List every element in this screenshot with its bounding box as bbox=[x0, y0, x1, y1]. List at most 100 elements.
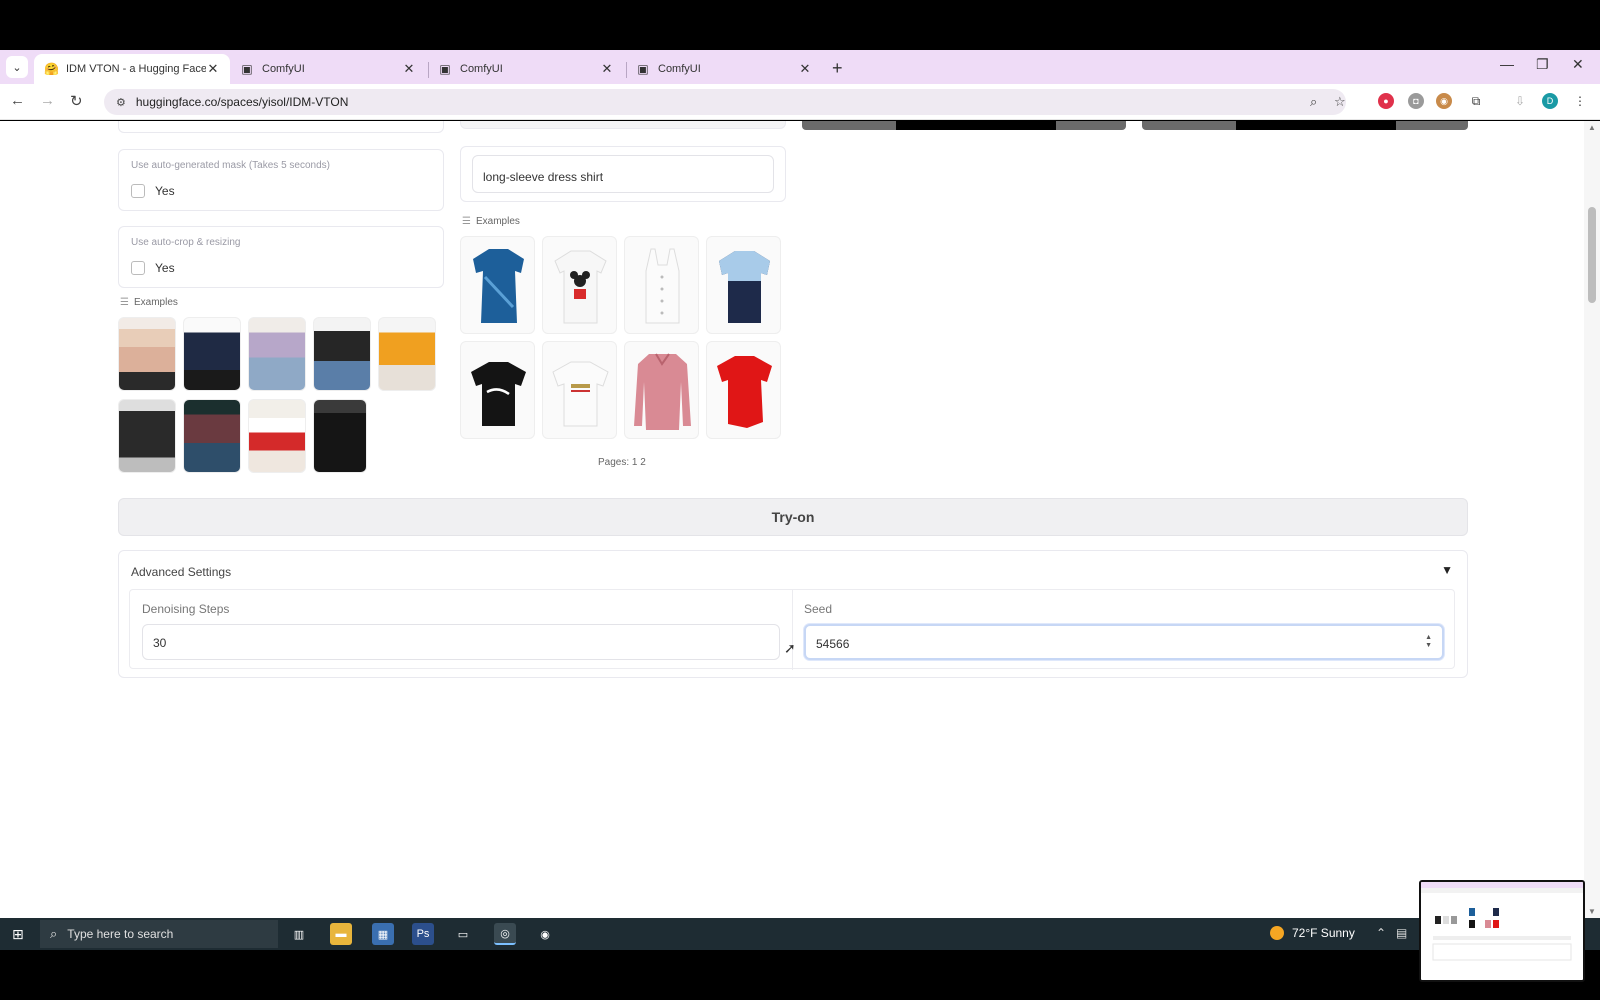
auto-crop-block: Use auto-crop & resizing Yes bbox=[118, 226, 444, 288]
advanced-settings-panel: Advanced Settings ▼ Denoising Steps 30 S… bbox=[118, 550, 1468, 678]
person-example-4[interactable] bbox=[313, 317, 371, 391]
garment-example-6[interactable] bbox=[542, 341, 617, 439]
scrollbar-thumb[interactable] bbox=[1588, 207, 1596, 303]
camera-app-icon[interactable]: ▭ bbox=[452, 923, 474, 945]
file-explorer-icon[interactable]: ▬ bbox=[330, 923, 352, 945]
calculator-icon[interactable]: ▦ bbox=[372, 923, 394, 945]
auto-mask-label: Use auto-generated mask (Takes 5 seconds… bbox=[131, 160, 330, 171]
restore-icon[interactable]: ❐ bbox=[1536, 56, 1549, 73]
photoshop-icon[interactable]: Ps bbox=[412, 923, 434, 945]
menu-icon[interactable]: ⋮ bbox=[1572, 93, 1588, 109]
try-on-button[interactable]: Try-on bbox=[118, 498, 1468, 536]
camera-extension-icon[interactable]: ◘ bbox=[1408, 93, 1424, 109]
tab-title: ComfyUI bbox=[262, 63, 305, 75]
person-example-7[interactable] bbox=[183, 399, 241, 473]
search-icon: ⌕ bbox=[50, 926, 58, 941]
sun-icon bbox=[1270, 926, 1284, 940]
task-view-icon[interactable]: ▥ bbox=[288, 923, 310, 945]
caret-down-icon[interactable]: ▼ bbox=[1441, 563, 1453, 577]
seed-input[interactable]: 54566 ▲ ▼ bbox=[804, 624, 1444, 660]
field-divider bbox=[792, 590, 793, 670]
denoising-steps-label: Denoising Steps bbox=[142, 602, 230, 616]
close-window-icon[interactable]: ✕ bbox=[1572, 56, 1584, 73]
auto-mask-checkbox[interactable] bbox=[131, 184, 145, 198]
download-icon[interactable]: ⇩ bbox=[1512, 93, 1528, 109]
close-icon[interactable]: ✕ bbox=[206, 61, 220, 77]
tab-search-button[interactable]: ⌄ bbox=[6, 56, 28, 78]
comfyui-icon: ▣ bbox=[241, 62, 253, 76]
page-content: Use auto-generated mask (Takes 5 seconds… bbox=[0, 121, 1584, 918]
person-example-5[interactable] bbox=[378, 317, 436, 391]
profile-avatar[interactable]: D bbox=[1542, 93, 1558, 109]
minnie-tee-image bbox=[554, 250, 607, 324]
adblock-extension-icon[interactable]: ● bbox=[1378, 93, 1394, 109]
tab-title: IDM VTON - a Hugging Face Sp bbox=[66, 63, 206, 75]
scroll-down-icon[interactable]: ▼ bbox=[1588, 907, 1596, 916]
person-example-8[interactable] bbox=[248, 399, 306, 473]
chevron-up-icon[interactable]: ⌃ bbox=[1376, 926, 1386, 940]
windows-start-icon[interactable]: ⊞ bbox=[12, 926, 24, 943]
new-tab-button[interactable]: + bbox=[832, 58, 843, 79]
zoom-icon[interactable]: ⌕ bbox=[1310, 94, 1317, 110]
advanced-settings-title[interactable]: Advanced Settings bbox=[131, 565, 231, 579]
extension-icon[interactable]: ◉ bbox=[1436, 93, 1452, 109]
url-text: huggingface.co/spaces/yisol/IDM-VTON bbox=[135, 95, 349, 109]
close-icon[interactable]: ✕ bbox=[402, 61, 416, 77]
list-icon: ☰ bbox=[120, 297, 129, 308]
garment-example-2[interactable] bbox=[542, 236, 617, 334]
taskbar-search[interactable]: ⌕ Type here to search bbox=[40, 920, 278, 948]
garment-description-block: long-sleeve dress shirt bbox=[460, 146, 786, 202]
puzzle-extensions-icon[interactable]: ⧉ bbox=[1468, 93, 1484, 109]
person-example-1[interactable] bbox=[118, 317, 176, 391]
close-icon[interactable]: ✕ bbox=[798, 61, 812, 77]
denoising-steps-input[interactable]: 30 bbox=[142, 624, 780, 660]
forward-icon[interactable]: → bbox=[40, 92, 55, 109]
reload-icon[interactable]: ↻ bbox=[70, 92, 83, 110]
page-scrollbar[interactable]: ▲ ▼ bbox=[1584, 121, 1600, 918]
windows-taskbar: ⊞ ⌕ Type here to search ▥ ▬ ▦ Ps ▭ ◎ ◉ 7… bbox=[0, 918, 1600, 950]
auto-crop-option-label: Yes bbox=[155, 261, 175, 275]
auto-crop-option[interactable]: Yes bbox=[131, 261, 175, 275]
back-icon[interactable]: ← bbox=[10, 92, 25, 109]
tab-comfyui-3[interactable]: ▣ ComfyUI ✕ bbox=[626, 54, 822, 84]
weather-widget[interactable]: 72°F Sunny bbox=[1270, 926, 1355, 940]
tab-strip: ⌄ 🤗 IDM VTON - a Hugging Face Sp ✕ ▣ Com… bbox=[0, 50, 1600, 84]
auto-mask-option-label: Yes bbox=[155, 184, 175, 198]
person-example-6[interactable] bbox=[118, 399, 176, 473]
tab-idm-vton[interactable]: 🤗 IDM VTON - a Hugging Face Sp ✕ bbox=[34, 54, 230, 84]
site-info-icon[interactable]: ⚙ bbox=[116, 96, 126, 109]
garment-description-input[interactable]: long-sleeve dress shirt bbox=[472, 155, 774, 193]
tab-comfyui-2[interactable]: ▣ ComfyUI ✕ bbox=[428, 54, 624, 84]
chevron-down-icon: ⌄ bbox=[12, 61, 22, 74]
auto-mask-option[interactable]: Yes bbox=[131, 184, 175, 198]
hugging-face-icon: 🤗 bbox=[44, 62, 59, 76]
auto-crop-checkbox[interactable] bbox=[131, 261, 145, 275]
close-icon[interactable]: ✕ bbox=[600, 61, 614, 77]
seed-label: Seed bbox=[804, 602, 833, 616]
tab-title: ComfyUI bbox=[460, 63, 503, 75]
garment-example-3[interactable] bbox=[624, 236, 699, 334]
number-spinner-icon[interactable]: ▲ ▼ bbox=[1425, 634, 1432, 650]
minimize-icon[interactable]: — bbox=[1500, 56, 1514, 72]
seed-value: 54566 bbox=[816, 637, 850, 651]
person-example-9[interactable] bbox=[313, 399, 367, 473]
white-gucci-tee-image bbox=[552, 361, 609, 427]
garment-example-7[interactable] bbox=[624, 341, 699, 439]
bottom-letterbox bbox=[0, 950, 1600, 1000]
person-example-3[interactable] bbox=[248, 317, 306, 391]
garment-example-1[interactable] bbox=[460, 236, 535, 334]
bookmark-star-icon[interactable]: ☆ bbox=[1334, 94, 1346, 110]
recorder-icon[interactable]: ◉ bbox=[534, 923, 556, 945]
pink-long-sleeve-image bbox=[634, 353, 691, 430]
scroll-up-icon[interactable]: ▲ bbox=[1588, 123, 1596, 132]
person-example-2[interactable] bbox=[183, 317, 241, 391]
garment-example-4[interactable] bbox=[706, 236, 781, 334]
partial-field bbox=[118, 121, 444, 133]
chrome-icon[interactable]: ◎ bbox=[494, 923, 516, 945]
address-bar[interactable]: ⚙ huggingface.co/spaces/yisol/IDM-VTON ⌕… bbox=[104, 89, 1346, 115]
garment-example-5[interactable] bbox=[460, 341, 535, 439]
network-icon[interactable]: ▤ bbox=[1396, 926, 1407, 940]
tab-comfyui-1[interactable]: ▣ ComfyUI ✕ bbox=[230, 54, 426, 84]
pagination[interactable]: Pages: 1 2 bbox=[598, 457, 646, 468]
garment-example-8[interactable] bbox=[706, 341, 781, 439]
